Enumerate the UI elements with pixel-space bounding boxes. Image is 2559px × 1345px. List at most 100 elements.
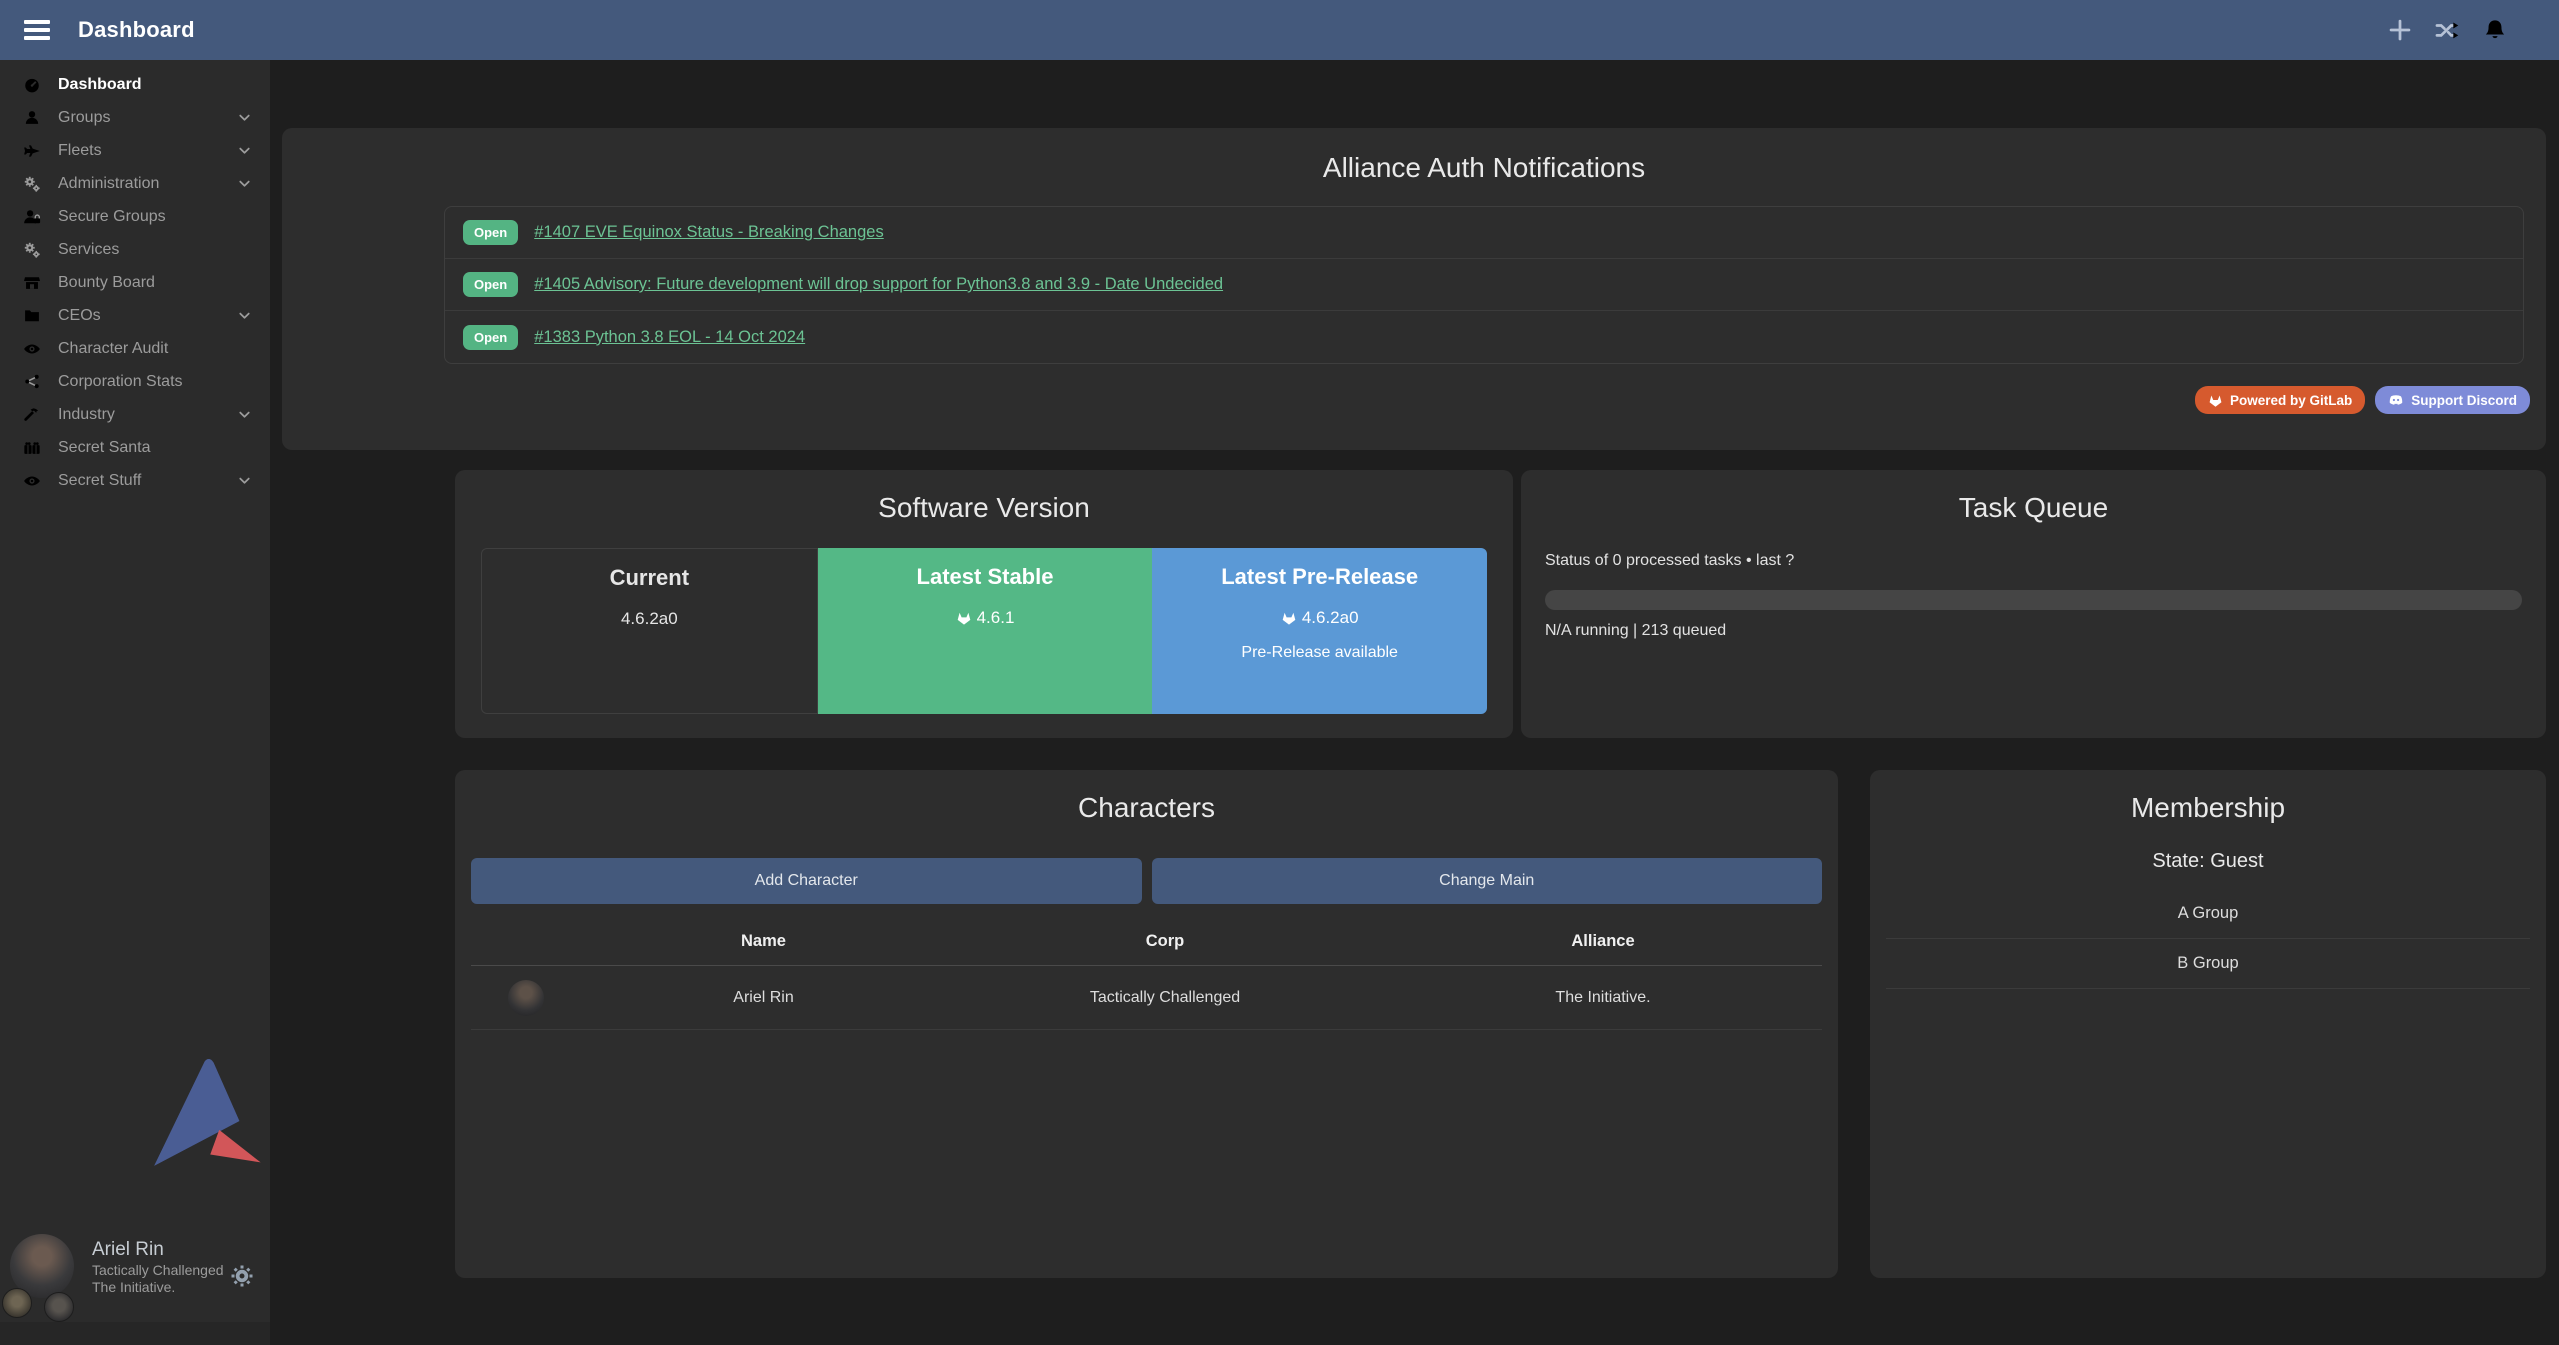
notification-link[interactable]: #1405 Advisory: Future development will … (534, 275, 1223, 294)
version-value: 4.6.1 (977, 608, 1015, 628)
user-icon (22, 109, 42, 126)
sidebar-item-label: Bounty Board (58, 274, 155, 292)
page-title: Dashboard (78, 17, 195, 43)
notification-item: Open #1405 Advisory: Future development … (445, 259, 2523, 311)
chevron-down-icon[interactable] (237, 143, 252, 158)
sidebar-item-label: CEOs (58, 307, 101, 325)
status-badge: Open (463, 272, 518, 297)
sidebar-item-label: Services (58, 241, 119, 259)
version-cell-label: Latest Pre-Release (1152, 564, 1487, 590)
change-main-shuffle-icon[interactable] (2435, 18, 2459, 42)
sidebar-item-label: Secret Stuff (58, 472, 141, 490)
gifts-icon (22, 439, 42, 456)
sidebar-item-secret-stuff[interactable]: Secret Stuff (0, 464, 270, 497)
software-version-panel: Software Version Current 4.6.2a0 Latest … (455, 470, 1513, 738)
characters-title: Characters (471, 792, 1822, 824)
sidebar-item-administration[interactable]: Administration (0, 167, 270, 200)
version-value: 4.6.2a0 (1302, 608, 1359, 628)
sidebar-item-ceos[interactable]: CEOs (0, 299, 270, 332)
gitlab-icon (2208, 393, 2223, 408)
sidebar-item-character-audit[interactable]: Character Audit (0, 332, 270, 365)
notifications-list: Open #1407 EVE Equinox Status - Breaking… (444, 206, 2524, 364)
task-queue-summary: N/A running | 213 queued (1545, 622, 2522, 640)
top-navbar: Dashboard (0, 0, 2559, 60)
sidebar-item-bounty-board[interactable]: Bounty Board (0, 266, 270, 299)
main-content: Alliance Auth Notifications Open #1407 E… (270, 60, 2559, 1345)
sidebar-item-label: Administration (58, 175, 159, 193)
sidebar-item-corporation-stats[interactable]: Corporation Stats (0, 365, 270, 398)
notifications-title: Alliance Auth Notifications (444, 152, 2524, 184)
support-discord-badge[interactable]: Support Discord (2375, 386, 2530, 414)
task-queue-progressbar (1545, 590, 2522, 610)
table-row: Ariel Rin Tactically Challenged The Init… (471, 966, 1822, 1030)
characters-table: Name Corp Alliance Ariel Rin Tactically … (471, 918, 1822, 1030)
character-corp: Tactically Challenged (946, 989, 1384, 1007)
status-badge: Open (463, 325, 518, 350)
sidebar-item-groups[interactable]: Groups (0, 101, 270, 134)
sidebar-item-label: Character Audit (58, 340, 168, 358)
eye-icon (22, 472, 42, 490)
badge-label: Support Discord (2411, 393, 2517, 408)
version-stable-cell: Latest Stable 4.6.1 (818, 548, 1153, 714)
character-portrait (508, 980, 544, 1016)
user-panel: Ariel Rin Tactically Challenged The Init… (0, 1230, 270, 1322)
sidebar-item-fleets[interactable]: Fleets (0, 134, 270, 167)
column-header-alliance: Alliance (1384, 932, 1822, 951)
chevron-down-icon[interactable] (237, 407, 252, 422)
sidebar-item-secret-santa[interactable]: Secret Santa (0, 431, 270, 464)
alliance-logo-badge (44, 1292, 74, 1322)
fighter-jet-icon (22, 142, 42, 160)
sidebar-item-services[interactable]: Services (0, 233, 270, 266)
software-version-title: Software Version (479, 492, 1489, 524)
notification-item: Open #1383 Python 3.8 EOL - 14 Oct 2024 (445, 311, 2523, 363)
version-cell-label: Current (482, 565, 817, 591)
change-main-button[interactable]: Change Main (1152, 858, 1823, 904)
add-character-icon[interactable] (2389, 19, 2411, 41)
chevron-down-icon[interactable] (237, 308, 252, 323)
gauge-icon (22, 76, 42, 94)
sidebar-item-dashboard[interactable]: Dashboard (0, 68, 270, 101)
corp-logo-badge (2, 1288, 32, 1318)
notification-link[interactable]: #1407 EVE Equinox Status - Breaking Chan… (534, 223, 883, 242)
membership-title: Membership (1886, 792, 2530, 824)
share-nodes-icon (22, 373, 42, 390)
column-header-corp: Corp (946, 932, 1384, 951)
column-header-name: Name (581, 932, 946, 951)
sidebar-footer-strip (0, 1322, 270, 1345)
chevron-down-icon[interactable] (237, 110, 252, 125)
add-character-button[interactable]: Add Character (471, 858, 1142, 904)
task-queue-title: Task Queue (1545, 492, 2522, 524)
chevron-down-icon[interactable] (237, 176, 252, 191)
membership-state: State: Guest (1886, 850, 2530, 873)
powered-by-gitlab-badge[interactable]: Powered by GitLab (2195, 386, 2365, 414)
sidebar-item-label: Groups (58, 109, 110, 127)
sidebar-item-label: Secret Santa (58, 439, 151, 457)
notifications-panel: Alliance Auth Notifications Open #1407 E… (282, 128, 2546, 450)
sidebar: Dashboard Groups Fleets Administration S… (0, 60, 270, 1345)
notification-item: Open #1407 EVE Equinox Status - Breaking… (445, 207, 2523, 259)
hamburger-menu-icon[interactable] (24, 20, 50, 40)
membership-groups-list: A Group B Group (1886, 889, 2530, 989)
gitlab-icon (956, 610, 972, 626)
version-current-cell: Current 4.6.2a0 (481, 548, 818, 714)
user-lock-icon (22, 208, 42, 226)
version-cell-label: Latest Stable (818, 564, 1153, 590)
sidebar-item-label: Corporation Stats (58, 373, 183, 391)
sidebar-item-industry[interactable]: Industry (0, 398, 270, 431)
sidebar-item-secure-groups[interactable]: Secure Groups (0, 200, 270, 233)
membership-panel: Membership State: Guest A Group B Group (1870, 770, 2546, 1278)
store-icon (22, 274, 42, 291)
settings-gear-icon[interactable] (230, 1264, 254, 1288)
notification-link[interactable]: #1383 Python 3.8 EOL - 14 Oct 2024 (534, 328, 805, 347)
gitlab-icon (1281, 610, 1297, 626)
character-alliance: The Initiative. (1384, 989, 1822, 1007)
bell-notifications-icon[interactable] (2483, 18, 2507, 42)
hammer-icon (22, 406, 42, 423)
group-list-item: A Group (1886, 889, 2530, 939)
task-queue-panel: Task Queue Status of 0 processed tasks •… (1521, 470, 2546, 738)
cogs-icon (22, 241, 42, 259)
chevron-down-icon[interactable] (237, 473, 252, 488)
version-prerelease-cell: Latest Pre-Release 4.6.2a0 Pre-Release a… (1152, 548, 1487, 714)
status-badge: Open (463, 220, 518, 245)
badge-label: Powered by GitLab (2230, 393, 2352, 408)
